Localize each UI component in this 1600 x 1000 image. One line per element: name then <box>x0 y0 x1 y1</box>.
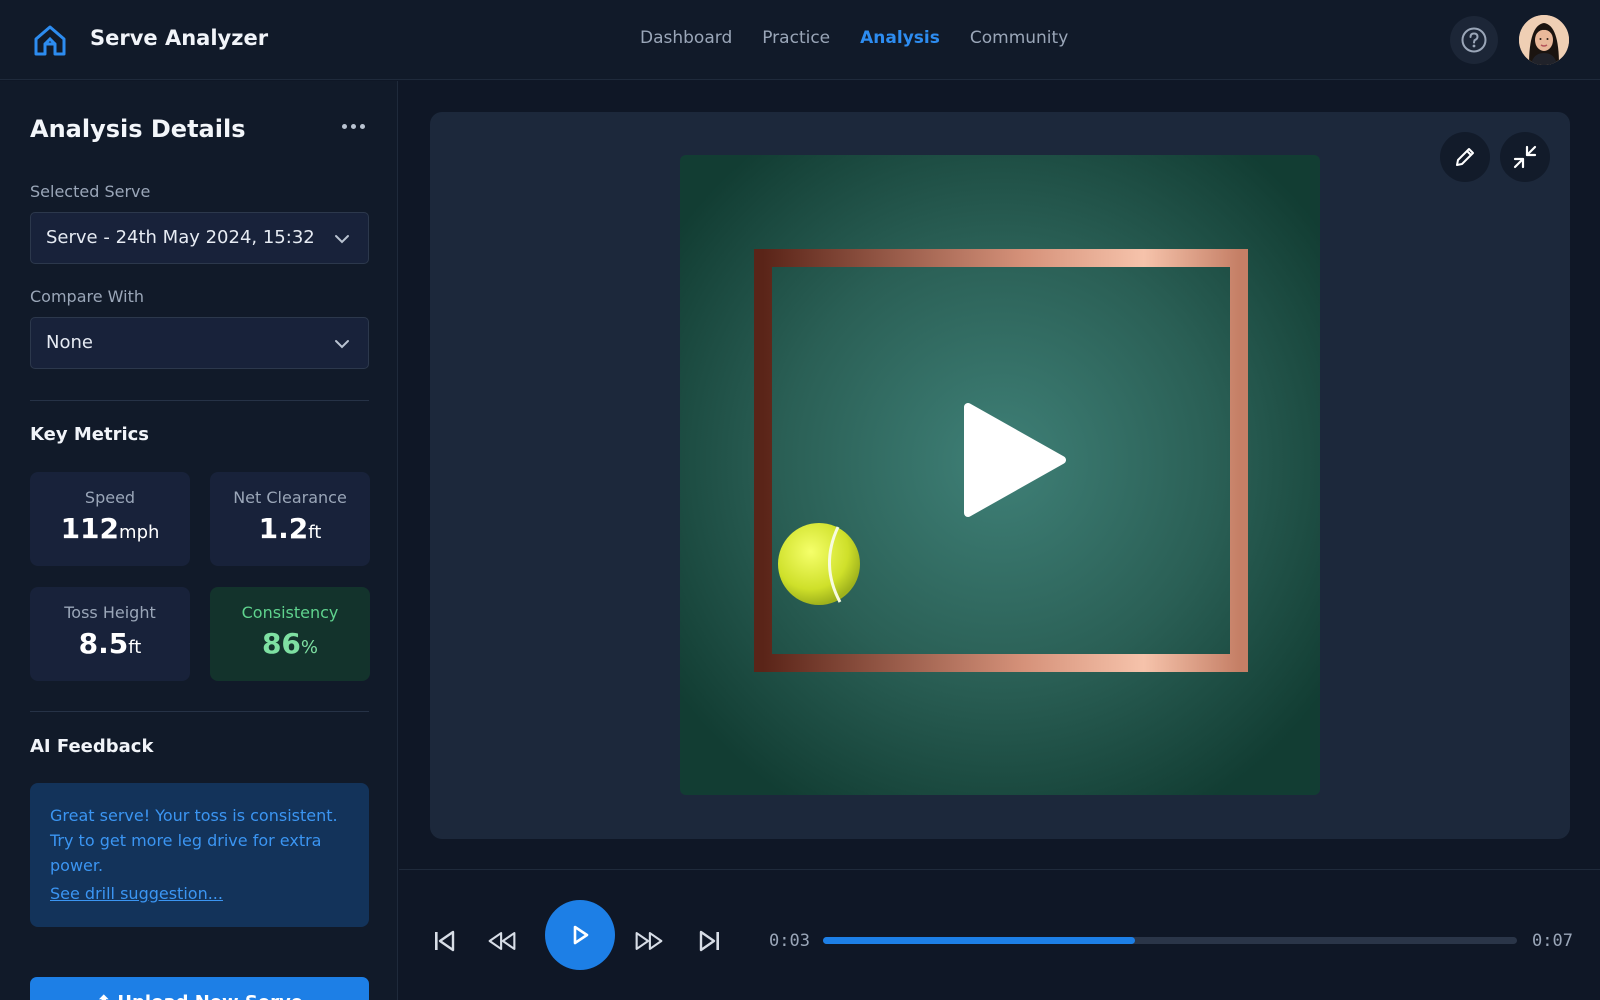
fast-forward-icon <box>635 932 663 950</box>
current-time: 0:03 <box>769 931 810 951</box>
compare-with-value: None <box>46 332 93 353</box>
ai-feedback-box: Great serve! Your toss is consistent. Tr… <box>30 783 369 927</box>
play-icon <box>573 925 589 945</box>
compare-with-select[interactable]: None <box>30 317 369 369</box>
collapse-button[interactable] <box>1500 132 1550 182</box>
collapse-arrows-icon <box>1513 145 1537 169</box>
metric-consistency: Consistency 86% <box>210 587 370 681</box>
metric-label: Speed <box>84 488 136 507</box>
nav-dashboard[interactable]: Dashboard <box>640 28 732 48</box>
compare-with-label: Compare With <box>30 287 144 306</box>
skip-back-icon <box>435 930 455 952</box>
edit-button[interactable] <box>1440 132 1490 182</box>
upload-new-serve-button[interactable]: ⬆ Upload New Serve <box>30 977 369 1000</box>
chevron-down-icon <box>335 340 349 349</box>
ai-feedback-text: Great serve! Your toss is consistent. Tr… <box>50 806 338 875</box>
brand-name: Serve Analyzer <box>90 26 269 50</box>
help-button[interactable] <box>1450 16 1498 64</box>
more-dots-icon[interactable] <box>342 121 366 131</box>
drill-suggestion-link[interactable]: See drill suggestion... <box>50 884 349 903</box>
skip-forward-icon <box>699 930 719 952</box>
play-button[interactable] <box>545 900 615 970</box>
total-time: 0:07 <box>1532 931 1573 951</box>
metric-toss-height: Toss Height 8.5ft <box>30 587 190 681</box>
metric-label: Toss Height <box>64 603 156 622</box>
metric-value: 8.5ft <box>78 627 142 660</box>
playback-controls: 0:03 0:07 <box>399 869 1600 1000</box>
progress-fill <box>823 937 1136 944</box>
metric-speed: Speed 112mph <box>30 472 190 566</box>
divider <box>30 400 369 401</box>
selected-serve-label: Selected Serve <box>30 182 151 201</box>
top-header: Serve Analyzer Dashboard Practice Analys… <box>0 0 1600 80</box>
ai-feedback-title: AI Feedback <box>30 736 154 757</box>
chevron-down-icon <box>335 235 349 244</box>
home-icon[interactable] <box>32 22 68 58</box>
metric-value: 1.2ft <box>258 512 322 545</box>
help-circle-icon <box>1461 27 1487 53</box>
selected-serve-select[interactable]: Serve - 24th May 2024, 15:32 <box>30 212 369 264</box>
avatar[interactable] <box>1519 15 1569 65</box>
analysis-sidebar: Analysis Details Selected Serve Serve - … <box>0 81 398 1000</box>
skip-forward-button[interactable] <box>695 926 725 956</box>
metric-net-clearance: Net Clearance 1.2ft <box>210 472 370 566</box>
rewind-icon <box>488 932 516 950</box>
nav-analysis[interactable]: Analysis <box>860 28 940 48</box>
nav-practice[interactable]: Practice <box>762 28 830 48</box>
divider <box>30 711 369 712</box>
selected-serve-value: Serve - 24th May 2024, 15:32 <box>46 227 315 248</box>
tennis-ball-icon <box>778 523 860 605</box>
pencil-icon <box>1456 148 1474 166</box>
video-frame <box>680 155 1320 795</box>
metric-label: Consistency <box>241 603 339 622</box>
sidebar-title: Analysis Details <box>30 115 246 143</box>
user-avatar-icon <box>1519 15 1569 65</box>
metric-value: 112mph <box>60 512 160 545</box>
video-preview[interactable] <box>680 155 1320 795</box>
video-card <box>430 112 1570 839</box>
metric-label: Net Clearance <box>233 488 347 507</box>
progress-bar[interactable] <box>823 937 1517 944</box>
fast-forward-button[interactable] <box>634 926 664 956</box>
skip-back-button[interactable] <box>429 926 459 956</box>
rewind-button[interactable] <box>487 926 517 956</box>
main-nav: Dashboard Practice Analysis Community <box>640 28 1068 48</box>
metric-value: 86% <box>261 627 319 660</box>
key-metrics-title: Key Metrics <box>30 424 149 445</box>
nav-community[interactable]: Community <box>970 28 1068 48</box>
